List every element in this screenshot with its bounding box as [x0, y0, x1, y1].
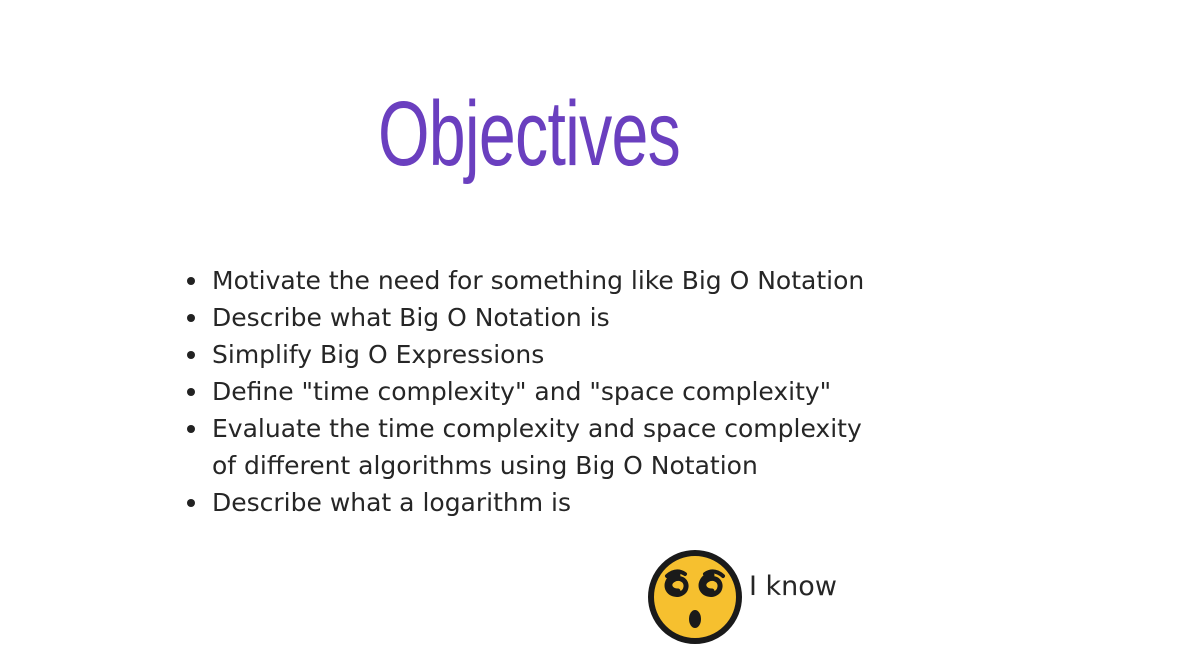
objective-text: Define "time complexity" and "space comp…: [212, 377, 832, 406]
reaction: I know: [647, 549, 837, 645]
objective-item: Evaluate the time complexity and space c…: [187, 410, 932, 484]
objective-item: Describe what Big O Notation is: [187, 299, 932, 336]
objectives-list: Motivate the need for something like Big…: [187, 262, 932, 521]
objective-item: Describe what a logarithm is: [187, 484, 932, 521]
bullet-icon: [187, 388, 195, 396]
bullet-icon: [187, 499, 195, 507]
bullet-icon: [187, 351, 195, 359]
objective-text: Motivate the need for something like Big…: [212, 266, 865, 295]
objective-text: Describe what Big O Notation is: [212, 303, 610, 332]
objective-item: Motivate the need for something like Big…: [187, 262, 932, 299]
objective-text: Evaluate the time complexity and space c…: [212, 414, 862, 480]
dizzy-face-emoji-icon: [648, 550, 742, 644]
reaction-caption: I know: [749, 571, 837, 602]
bullet-icon: [187, 277, 195, 285]
slide: Objectives Motivate the need for somethi…: [0, 0, 1189, 662]
slide-title: Objectives: [378, 83, 681, 185]
bullet-icon: [187, 314, 195, 322]
objective-text: Simplify Big O Expressions: [212, 340, 545, 369]
objective-item: Define "time complexity" and "space comp…: [187, 373, 932, 410]
objective-text: Describe what a logarithm is: [212, 488, 572, 517]
objective-item: Simplify Big O Expressions: [187, 336, 932, 373]
bullet-icon: [187, 425, 195, 433]
